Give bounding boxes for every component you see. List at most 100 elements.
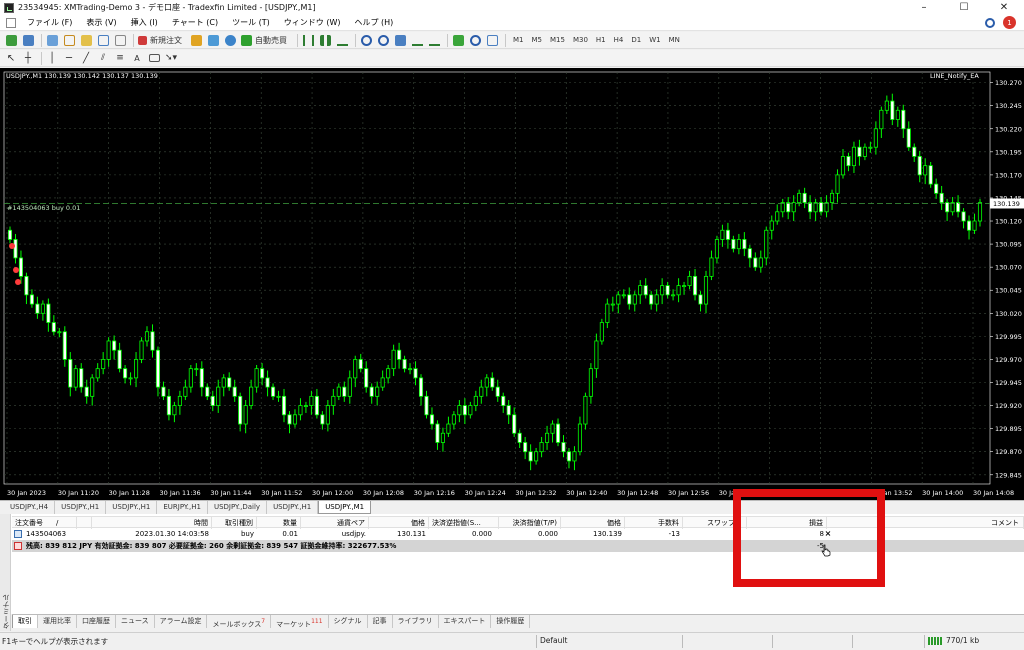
terminal-tab-alerts[interactable]: アラーム設定: [155, 615, 208, 628]
order-stop-loss[interactable]: 0.000: [429, 528, 495, 540]
menu-insert[interactable]: 挿入 (I): [124, 17, 165, 28]
navigator-button[interactable]: [79, 33, 93, 47]
timeframe-m1[interactable]: M1: [509, 34, 528, 47]
timeframe-w1[interactable]: W1: [645, 34, 664, 47]
crosshair-button[interactable]: ┼: [21, 51, 35, 65]
toolbar-separator: [447, 33, 448, 47]
terminal-icon: [97, 34, 109, 46]
timeframe-mn[interactable]: MN: [665, 34, 684, 47]
candle-body-bull: [764, 229, 769, 259]
close-window-button[interactable]: ✕: [984, 0, 1024, 15]
terminal-tab-exposure[interactable]: 運用比率: [38, 615, 77, 628]
connection-status-icon[interactable]: [928, 637, 942, 645]
terminal-tab-journal[interactable]: 操作履歴: [491, 615, 531, 628]
candle-body-bear: [462, 405, 467, 416]
zoom-in-button[interactable]: [359, 33, 373, 47]
timeframe-h1[interactable]: H1: [592, 34, 610, 47]
periods-button[interactable]: [468, 33, 482, 47]
arrows-button[interactable]: ➘▾: [164, 51, 178, 65]
terminal-tab-library[interactable]: ライブラリ: [393, 615, 439, 628]
line-chart-button[interactable]: [335, 33, 349, 47]
terminal-tab-news[interactable]: ニュース: [116, 615, 155, 628]
candle-body-bear: [13, 239, 18, 259]
search-icon[interactable]: [985, 17, 995, 28]
terminal-tab-trade[interactable]: 取引: [12, 615, 38, 628]
horizontal-line-button[interactable]: ─: [62, 51, 76, 65]
candle-body-bear: [435, 423, 440, 443]
menu-file[interactable]: ファイル (F): [20, 17, 79, 28]
plot-frame: [3, 71, 991, 485]
clock-icon: [469, 34, 481, 46]
label-tool-button[interactable]: [147, 51, 161, 65]
menu-tools[interactable]: ツール (T): [225, 17, 277, 28]
new-order-button[interactable]: 新規注文: [137, 33, 186, 47]
tile-windows-button[interactable]: [393, 33, 407, 47]
new-chart-button[interactable]: [4, 33, 18, 47]
cursor-button[interactable]: ↖: [4, 51, 18, 65]
chart-shift-button[interactable]: [410, 33, 424, 47]
terminal-tab-market[interactable]: マーケット111: [271, 615, 329, 628]
menu-window[interactable]: ウィンドウ (W): [277, 17, 348, 28]
candle-body-bear: [238, 395, 243, 425]
timeframe-h4[interactable]: H4: [610, 34, 628, 47]
minimize-button[interactable]: –: [904, 0, 944, 15]
candle-body-bull: [682, 285, 687, 288]
candle-body-bull: [446, 423, 451, 434]
chart-tab-usdjpy-daily[interactable]: USDJPY.,Daily: [208, 501, 268, 514]
notification-badge[interactable]: 1: [1003, 16, 1016, 29]
fibonacci-button[interactable]: ≡: [113, 51, 127, 65]
chart-canvas[interactable]: 130.270 130.245 130.220 130.195 130.170 130.1…: [0, 68, 1024, 500]
order-take-profit[interactable]: 0.000: [499, 528, 561, 540]
chart-tab-usdjpy-h1[interactable]: USDJPY.,H1: [55, 501, 107, 514]
terminal-tab-history[interactable]: 口座履歴: [77, 615, 116, 628]
profiles-button[interactable]: [21, 33, 35, 47]
market-watch-button[interactable]: [45, 33, 59, 47]
expert-advisor-label[interactable]: LINE_Notify_EA: [930, 72, 979, 80]
timeframe-m30[interactable]: M30: [569, 34, 592, 47]
maximize-button[interactable]: ☐: [944, 0, 984, 15]
chart-tab-usdjpy-h1-2[interactable]: USDJPY.,H1: [106, 501, 158, 514]
chart-tab-eurjpy-h1[interactable]: EURJPY.,H1: [157, 501, 208, 514]
strategy-tester-button[interactable]: [113, 33, 127, 47]
market-button[interactable]: [206, 33, 220, 47]
auto-trading-button[interactable]: 自動売買: [240, 33, 291, 47]
price-chart[interactable]: 130.270 130.245 130.220 130.195 130.170 130.1…: [0, 68, 1024, 500]
menu-help[interactable]: ヘルプ (H): [347, 17, 400, 28]
bar-chart-button[interactable]: [301, 33, 315, 47]
vertical-line-button[interactable]: │: [45, 51, 59, 65]
chart-tab-usdjpy-h1-3[interactable]: USDJPY.,H1: [267, 501, 319, 514]
templates-button[interactable]: [485, 33, 499, 47]
menu-charts[interactable]: チャート (C): [165, 17, 225, 28]
candle-body-bull: [813, 202, 818, 213]
channel-button[interactable]: ⫽: [96, 51, 110, 65]
indicators-button[interactable]: [451, 33, 465, 47]
timeframe-d1[interactable]: D1: [627, 34, 645, 47]
signals-button[interactable]: [223, 33, 237, 47]
timeframe-m5[interactable]: M5: [528, 34, 547, 47]
terminal-tab-experts[interactable]: エキスパート: [439, 615, 492, 628]
chart-tab-usdjpy-m1[interactable]: USDJPY.,M1: [318, 501, 372, 514]
candle-body-bear: [210, 395, 215, 406]
timeframe-m15[interactable]: M15: [546, 34, 569, 47]
auto-scroll-button[interactable]: [427, 33, 441, 47]
chart-tab-usdjpy-h4[interactable]: USDJPY.,H4: [4, 501, 56, 514]
candlestick-icon: [319, 34, 331, 46]
data-window-button[interactable]: [62, 33, 76, 47]
terminal-tab-signals[interactable]: シグナル: [329, 615, 368, 628]
candle-body-bear: [945, 202, 950, 213]
candlestick-button[interactable]: [318, 33, 332, 47]
terminal-tab-articles[interactable]: 記事: [368, 615, 393, 628]
text-tool-button[interactable]: A: [130, 51, 144, 65]
new-order-icon: [138, 35, 147, 45]
status-profile[interactable]: Default: [540, 636, 567, 645]
menu-view[interactable]: 表示 (V): [79, 17, 123, 28]
candle-body-bull: [380, 377, 385, 388]
metaeditor-button[interactable]: [189, 33, 203, 47]
candle-body-bull: [309, 395, 314, 406]
trendline-button[interactable]: ╱: [79, 51, 93, 65]
zoom-out-button[interactable]: [376, 33, 390, 47]
terminal-tab-mailbox[interactable]: メールボックス7: [207, 615, 272, 628]
terminal-button[interactable]: [96, 33, 110, 47]
terminal-side-label: ターミナル: [2, 594, 10, 629]
document-icon[interactable]: [6, 17, 16, 28]
